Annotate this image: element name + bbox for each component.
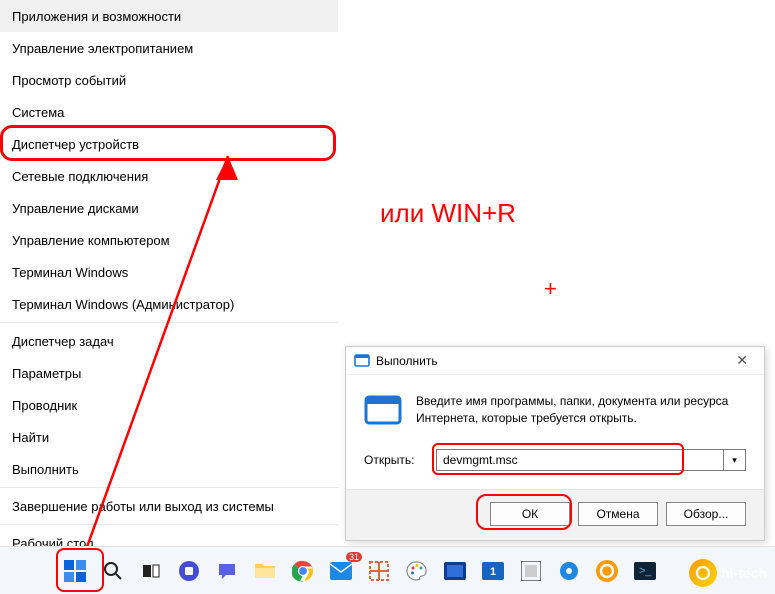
chrome-icon[interactable]	[288, 556, 318, 586]
paint-icon[interactable]	[402, 556, 432, 586]
taskview-icon[interactable]	[136, 556, 166, 586]
annotation-win-r: или WIN+R	[380, 198, 516, 229]
svg-text:>_: >_	[639, 565, 652, 577]
menu-item-diskmgmt[interactable]: Управление дисками	[0, 192, 338, 224]
close-icon[interactable]: ✕	[728, 350, 756, 371]
annotation-plus: +	[544, 276, 557, 302]
run-title-text: Выполнить	[376, 354, 438, 368]
start-icon[interactable]	[60, 556, 90, 586]
snip-icon[interactable]	[364, 556, 394, 586]
settings-icon[interactable]	[554, 556, 584, 586]
brand-icon-1[interactable]	[592, 556, 622, 586]
run-open-label: Открыть:	[364, 453, 424, 467]
run-dialog-icon	[354, 353, 370, 369]
menu-item-eventviewer[interactable]: Просмотр событий	[0, 64, 338, 96]
annotation-highlight-ok	[476, 494, 572, 530]
menu-item-compmgmt[interactable]: Управление компьютером	[0, 224, 338, 256]
menu-item-taskmgr[interactable]: Диспетчер задач	[0, 325, 338, 357]
annotation-highlight-input	[432, 443, 684, 475]
mail-icon[interactable]: 31	[326, 556, 356, 586]
watermark-icon	[689, 559, 717, 587]
menu-item-devmgr[interactable]: Диспетчер устройств	[0, 128, 338, 160]
taskbar: 31 1 >_	[0, 546, 775, 594]
menu-item-shutdown[interactable]: Завершение работы или выход из системы	[0, 490, 338, 522]
menu-item-explorer[interactable]: Проводник	[0, 389, 338, 421]
watermark: hi-tech	[689, 559, 767, 587]
svg-text:1: 1	[490, 566, 496, 578]
search-icon[interactable]	[98, 556, 128, 586]
menu-separator	[0, 322, 338, 323]
explorer-icon[interactable]	[250, 556, 280, 586]
app-icon-2[interactable]: 1	[478, 556, 508, 586]
run-dialog: Выполнить ✕ Введите имя программы, папки…	[345, 346, 765, 541]
app-icon-1[interactable]	[440, 556, 470, 586]
menu-item-terminal-admin[interactable]: Терминал Windows (Администратор)	[0, 288, 338, 320]
run-titlebar: Выполнить ✕	[346, 347, 764, 375]
menu-item-apps[interactable]: Приложения и возможности	[0, 0, 338, 32]
menu-separator	[0, 487, 338, 488]
app-icon-3[interactable]	[516, 556, 546, 586]
terminal-icon[interactable]: >_	[630, 556, 660, 586]
menu-item-power[interactable]: Управление электропитанием	[0, 32, 338, 64]
menu-separator	[0, 524, 338, 525]
mail-badge: 31	[346, 552, 362, 562]
run-dropdown-icon[interactable]: ▾	[724, 449, 746, 471]
menu-item-network[interactable]: Сетевые подключения	[0, 160, 338, 192]
cancel-button[interactable]: Отмена	[578, 502, 658, 526]
menu-item-terminal[interactable]: Терминал Windows	[0, 256, 338, 288]
menu-item-search[interactable]: Найти	[0, 421, 338, 453]
winx-context-menu: Приложения и возможности Управление элек…	[0, 0, 338, 559]
chat-icon[interactable]	[212, 556, 242, 586]
run-app-icon	[364, 393, 402, 427]
menu-item-settings[interactable]: Параметры	[0, 357, 338, 389]
run-description: Введите имя программы, папки, документа …	[416, 393, 746, 427]
widgets-icon[interactable]	[174, 556, 204, 586]
watermark-label: hi-tech	[721, 565, 767, 581]
menu-item-system[interactable]: Система	[0, 96, 338, 128]
menu-item-run[interactable]: Выполнить	[0, 453, 338, 485]
browse-button[interactable]: Обзор...	[666, 502, 746, 526]
